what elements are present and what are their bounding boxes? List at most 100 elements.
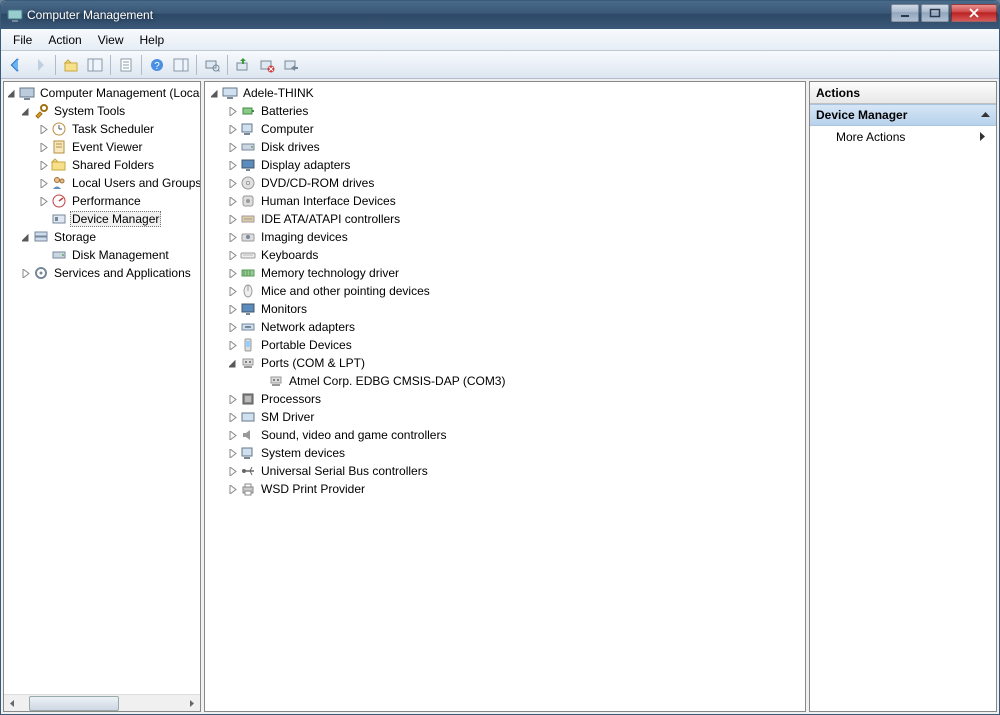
device-category[interactable]: Processors	[205, 390, 805, 408]
uninstall-button[interactable]	[256, 54, 278, 76]
tree-storage[interactable]: Storage	[4, 228, 200, 246]
scroll-right-icon[interactable]	[183, 695, 200, 712]
expand-icon[interactable]	[227, 123, 239, 135]
tree-shared-folders[interactable]: Shared Folders	[4, 156, 200, 174]
expand-icon[interactable]	[227, 249, 239, 261]
expand-icon[interactable]	[227, 159, 239, 171]
expand-icon[interactable]	[227, 177, 239, 189]
titlebar[interactable]: Computer Management	[1, 1, 999, 29]
collapse-icon[interactable]	[20, 231, 32, 243]
expand-icon[interactable]	[20, 267, 32, 279]
collapse-icon[interactable]	[20, 105, 32, 117]
properties-button[interactable]	[115, 54, 137, 76]
maximize-button[interactable]	[921, 4, 949, 22]
tree-performance[interactable]: Performance	[4, 192, 200, 210]
menu-view[interactable]: View	[90, 31, 132, 49]
close-button[interactable]	[951, 4, 997, 22]
menu-action[interactable]: Action	[40, 31, 89, 49]
sm-icon	[240, 409, 256, 425]
expand-icon[interactable]	[227, 465, 239, 477]
expand-icon[interactable]	[227, 429, 239, 441]
chevron-right-icon	[979, 130, 986, 144]
device-category[interactable]: Imaging devices	[205, 228, 805, 246]
device-root[interactable]: Adele-THINK	[205, 84, 805, 102]
device-category[interactable]: Display adapters	[205, 156, 805, 174]
tree-event-viewer[interactable]: Event Viewer	[4, 138, 200, 156]
tree-root[interactable]: Computer Management (Local	[4, 84, 200, 102]
expand-icon[interactable]	[227, 267, 239, 279]
disable-button[interactable]	[280, 54, 302, 76]
device-manager-icon	[51, 211, 67, 227]
horizontal-scrollbar[interactable]	[4, 694, 200, 711]
collapse-icon[interactable]	[209, 87, 221, 99]
actions-more[interactable]: More Actions	[810, 126, 996, 148]
scrollbar-thumb[interactable]	[29, 696, 119, 711]
tree-services-apps[interactable]: Services and Applications	[4, 264, 200, 282]
expand-icon[interactable]	[227, 411, 239, 423]
expand-icon[interactable]	[227, 285, 239, 297]
expand-icon[interactable]	[227, 213, 239, 225]
expand-icon[interactable]	[38, 141, 50, 153]
collapse-icon[interactable]	[227, 357, 239, 369]
device-category[interactable]: DVD/CD-ROM drives	[205, 174, 805, 192]
actions-section[interactable]: Device Manager	[810, 104, 996, 126]
scan-button[interactable]	[201, 54, 223, 76]
device-category[interactable]: Disk drives	[205, 138, 805, 156]
minimize-button[interactable]	[891, 4, 919, 22]
device-item-port-com3[interactable]: Atmel Corp. EDBG CMSIS-DAP (COM3)	[205, 372, 805, 390]
device-category[interactable]: Portable Devices	[205, 336, 805, 354]
device-category[interactable]: Sound, video and game controllers	[205, 426, 805, 444]
tree-local-users[interactable]: Local Users and Groups	[4, 174, 200, 192]
update-driver-button[interactable]	[232, 54, 254, 76]
tree-system-tools[interactable]: System Tools	[4, 102, 200, 120]
device-category[interactable]: Mice and other pointing devices	[205, 282, 805, 300]
menu-help[interactable]: Help	[132, 31, 173, 49]
device-category[interactable]: Memory technology driver	[205, 264, 805, 282]
tree-device-manager[interactable]: Device Manager	[4, 210, 200, 228]
services-icon	[33, 265, 49, 281]
device-category[interactable]: Batteries	[205, 102, 805, 120]
expand-icon[interactable]	[227, 321, 239, 333]
expand-icon[interactable]	[227, 141, 239, 153]
device-category[interactable]: IDE ATA/ATAPI controllers	[205, 210, 805, 228]
device-category[interactable]: WSD Print Provider	[205, 480, 805, 498]
folder-share-icon	[51, 157, 67, 173]
tree-disk-management[interactable]: Disk Management	[4, 246, 200, 264]
device-category[interactable]: Ports (COM & LPT)	[205, 354, 805, 372]
tree-label: Event Viewer	[70, 140, 144, 154]
expand-icon[interactable]	[227, 105, 239, 117]
menu-file[interactable]: File	[5, 31, 40, 49]
back-button[interactable]	[5, 54, 27, 76]
show-hide-action-button[interactable]	[170, 54, 192, 76]
scroll-left-icon[interactable]	[4, 695, 21, 712]
console-tree[interactable]: Computer Management (Local System Tools …	[4, 82, 200, 694]
expand-icon[interactable]	[38, 195, 50, 207]
up-button[interactable]	[60, 54, 82, 76]
expand-icon[interactable]	[227, 195, 239, 207]
expand-icon[interactable]	[227, 339, 239, 351]
help-button[interactable]: ?	[146, 54, 168, 76]
device-category[interactable]: Computer	[205, 120, 805, 138]
device-tree[interactable]: Adele-THINK Batteries Computer Disk driv…	[205, 82, 805, 711]
expand-icon[interactable]	[38, 159, 50, 171]
expand-icon[interactable]	[227, 303, 239, 315]
expand-icon[interactable]	[38, 177, 50, 189]
device-category[interactable]: Universal Serial Bus controllers	[205, 462, 805, 480]
device-category[interactable]: Network adapters	[205, 318, 805, 336]
scrollbar-track[interactable]	[21, 695, 183, 712]
expand-icon[interactable]	[227, 447, 239, 459]
device-label: Keyboards	[259, 248, 320, 262]
tree-task-scheduler[interactable]: Task Scheduler	[4, 120, 200, 138]
show-hide-tree-button[interactable]	[84, 54, 106, 76]
device-category[interactable]: Monitors	[205, 300, 805, 318]
collapse-icon[interactable]	[6, 87, 18, 99]
expand-icon[interactable]	[227, 393, 239, 405]
device-category[interactable]: Human Interface Devices	[205, 192, 805, 210]
device-category[interactable]: Keyboards	[205, 246, 805, 264]
expand-icon[interactable]	[227, 483, 239, 495]
device-category[interactable]: SM Driver	[205, 408, 805, 426]
device-category[interactable]: System devices	[205, 444, 805, 462]
expand-icon[interactable]	[38, 123, 50, 135]
forward-button[interactable]	[29, 54, 51, 76]
expand-icon[interactable]	[227, 231, 239, 243]
